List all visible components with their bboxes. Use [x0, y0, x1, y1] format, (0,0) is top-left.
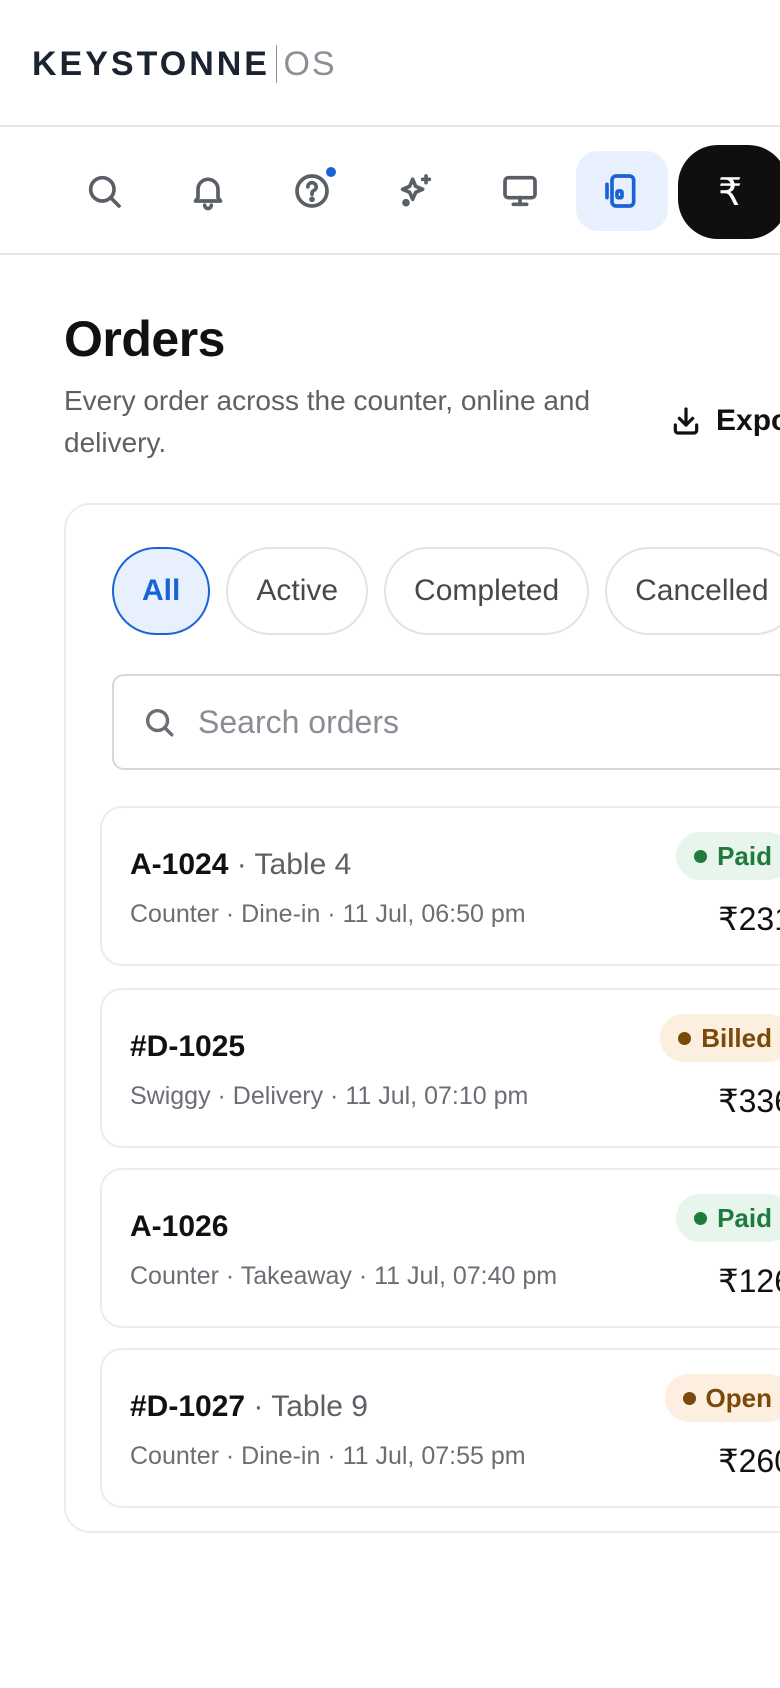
order-title: #D-1027 · Table 9 [130, 1390, 368, 1424]
rupee-icon: ₹ [718, 171, 743, 214]
order-table: · Table 4 [236, 848, 352, 881]
order-meta: Swiggy · Delivery · 11 Jul, 07:10 pm [130, 1082, 529, 1110]
export-button[interactable]: Expo [670, 404, 780, 438]
orders-page: KEYSTONNE OS ₹ Orders Every order across… [0, 0, 780, 1688]
order-meta: Counter · Dine-in · 11 Jul, 07:55 pm [130, 1442, 526, 1470]
status-dot [694, 849, 708, 863]
page-title: Orders [64, 311, 225, 367]
logo[interactable]: KEYSTONNE OS [32, 44, 337, 84]
billing-button[interactable]: ₹ [678, 145, 780, 239]
order-row[interactable]: A-1024 · Table 4 Counter · Dine-in · 11 … [100, 806, 780, 966]
order-amount: ₹260 [718, 1443, 780, 1479]
notification-dot [326, 167, 336, 177]
status-dot [678, 1031, 692, 1045]
search-input[interactable] [198, 703, 718, 741]
filter-tab-completed[interactable]: Completed [384, 547, 590, 635]
order-id: A-1026 [130, 1210, 229, 1243]
search-icon [88, 175, 121, 208]
order-row[interactable]: #D-1025 Swiggy · Delivery · 11 Jul, 07:1… [100, 988, 780, 1148]
help-button[interactable] [272, 151, 352, 231]
brand-divider [275, 45, 278, 83]
order-title: #D-1025 [130, 1030, 245, 1064]
toolbar: ₹ [0, 129, 780, 255]
monitor-icon [503, 175, 537, 207]
status-badge: Paid [676, 832, 780, 880]
order-row[interactable]: #D-1027 · Table 9 Counter · Dine-in · 11… [100, 1348, 780, 1508]
export-label: Expo [716, 404, 780, 437]
order-title: A-1024 · Table 4 [130, 848, 351, 882]
help-icon [295, 174, 329, 208]
order-amount: ₹231 [718, 901, 780, 937]
status-label: Paid [717, 1202, 772, 1233]
order-id: #D-1025 [130, 1030, 246, 1063]
page-subtitle: Every order across the counter, online a… [64, 385, 591, 458]
order-id: A-1024 [130, 848, 229, 881]
filter-tabs: All Active Completed Cancelled [112, 547, 780, 635]
order-meta: Counter · Takeaway · 11 Jul, 07:40 pm [130, 1262, 558, 1290]
order-table: · Table 9 [253, 1390, 368, 1423]
order-row[interactable]: A-1026 Counter · Takeaway · 11 Jul, 07:4… [100, 1168, 780, 1328]
filter-tab-cancelled[interactable]: Cancelled [605, 547, 780, 635]
search-icon [145, 708, 174, 737]
download-icon [673, 407, 699, 435]
search-box [112, 674, 780, 770]
tablet-icon [605, 174, 636, 208]
order-amount: ₹126 [718, 1263, 780, 1299]
bell-icon [193, 177, 223, 211]
sparkles-icon [400, 174, 432, 207]
desktop-view-button[interactable] [480, 151, 560, 231]
status-label: Open [705, 1382, 772, 1413]
order-meta: Counter · Dine-in · 11 Jul, 06:50 pm [130, 900, 526, 928]
filter-tab-all[interactable]: All [112, 547, 211, 635]
filter-tab-active[interactable]: Active [226, 547, 369, 635]
order-amount: ₹336 [718, 1083, 780, 1119]
status-label: Billed [701, 1022, 772, 1053]
status-badge: Billed [660, 1014, 780, 1062]
ai-assistant-button[interactable] [376, 151, 456, 231]
status-badge: Paid [676, 1194, 780, 1242]
order-title: A-1026 [130, 1210, 228, 1244]
brand-suffix: OS [283, 44, 337, 83]
orders-card: All Active Completed Cancelled A-1024 · … [64, 503, 780, 1533]
status-badge: Open [664, 1374, 780, 1422]
status-dot [694, 1211, 708, 1225]
status-label: Paid [717, 840, 772, 871]
order-id: #D-1027 [130, 1390, 246, 1423]
search-button[interactable] [64, 151, 144, 231]
brand-name: KEYSTONNE [32, 44, 270, 83]
tablet-view-button[interactable] [576, 151, 668, 231]
status-dot [682, 1391, 696, 1405]
notifications-button[interactable] [168, 151, 248, 231]
brand-header: KEYSTONNE OS [0, 0, 780, 127]
